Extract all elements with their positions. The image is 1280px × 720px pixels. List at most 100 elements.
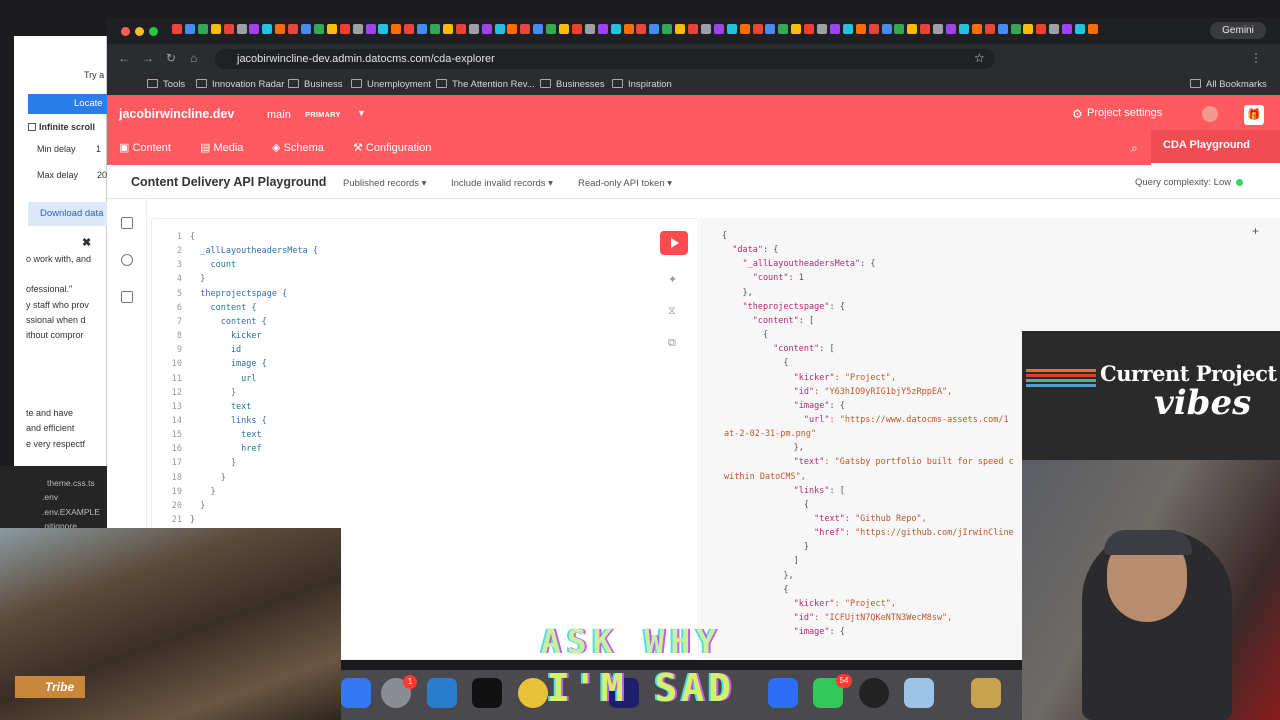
tab-favicon[interactable] bbox=[288, 24, 299, 34]
tab-favicon[interactable] bbox=[1036, 24, 1047, 34]
tab-favicon[interactable] bbox=[352, 24, 363, 34]
search-icon[interactable]: ⌕ bbox=[1131, 141, 1138, 156]
project-name[interactable]: jacobirwincline.dev bbox=[119, 107, 234, 121]
nav-configuration[interactable]: ⚒ Configuration bbox=[353, 141, 431, 154]
tab-favicon[interactable] bbox=[997, 24, 1008, 34]
tab-favicon[interactable] bbox=[378, 24, 389, 34]
back-icon[interactable]: ← bbox=[118, 51, 130, 65]
tab-favicon[interactable] bbox=[894, 24, 905, 34]
tab-favicon[interactable] bbox=[301, 24, 311, 34]
tab-favicon[interactable] bbox=[765, 24, 776, 34]
tab-favicon[interactable] bbox=[262, 24, 273, 34]
tab-favicon[interactable] bbox=[636, 24, 647, 34]
infinite-scroll-checkbox[interactable]: Infinite scroll bbox=[28, 122, 95, 132]
maximize-window-icon[interactable] bbox=[149, 27, 158, 36]
minimize-window-icon[interactable] bbox=[135, 27, 144, 36]
plus-icon[interactable]: + bbox=[1252, 224, 1259, 238]
tab-favicon[interactable] bbox=[223, 24, 234, 34]
vscode-icon[interactable] bbox=[427, 678, 457, 708]
tab-favicon[interactable] bbox=[520, 24, 531, 34]
published-records-select[interactable]: Published records ▾ bbox=[343, 178, 426, 189]
tab-favicon[interactable] bbox=[1087, 24, 1098, 34]
copy-icon[interactable]: ⧉ bbox=[668, 337, 680, 349]
bookmark-inspiration[interactable]: Inspiration bbox=[612, 79, 672, 90]
bookmark-innovation-radar[interactable]: Innovation Radar bbox=[196, 79, 284, 90]
phone-icon[interactable] bbox=[971, 678, 1001, 708]
tab-favicon[interactable] bbox=[907, 24, 918, 34]
tab-favicon[interactable] bbox=[430, 24, 440, 34]
tab-favicon[interactable] bbox=[210, 24, 221, 34]
api-token-select[interactable]: Read-only API token ▾ bbox=[578, 178, 672, 189]
home-icon[interactable]: ⌂ bbox=[190, 51, 197, 65]
preview-icon[interactable] bbox=[904, 678, 934, 708]
tab-favicon[interactable] bbox=[675, 24, 686, 34]
chevron-down-icon[interactable]: ▼ bbox=[357, 108, 366, 118]
bookmark-business[interactable]: Business bbox=[288, 79, 343, 90]
tab-favicon[interactable] bbox=[829, 24, 840, 34]
tab-favicon[interactable] bbox=[571, 24, 582, 34]
tab-favicon[interactable] bbox=[1049, 24, 1060, 34]
tab-favicon[interactable] bbox=[559, 24, 569, 34]
merge-icon[interactable]: ⧖ bbox=[668, 305, 680, 317]
bookmark-unemployment[interactable]: Unemployment bbox=[351, 79, 431, 90]
bookmark-attention-rev[interactable]: The Attention Rev... bbox=[436, 79, 535, 90]
tab-favicon[interactable] bbox=[184, 24, 195, 34]
tab-favicon[interactable] bbox=[481, 24, 492, 34]
tab-favicon[interactable] bbox=[933, 24, 944, 34]
tab-favicon[interactable] bbox=[468, 24, 479, 34]
prettify-icon[interactable]: ✦ bbox=[668, 273, 680, 286]
tab-favicon[interactable] bbox=[817, 24, 827, 34]
tab-favicon[interactable] bbox=[726, 24, 737, 34]
tab-favicon[interactable] bbox=[804, 24, 815, 34]
tab-favicon[interactable] bbox=[688, 24, 698, 34]
obs-icon[interactable] bbox=[859, 678, 889, 708]
download-data-button[interactable]: Download data bbox=[28, 202, 107, 226]
gemini-button[interactable]: Gemini bbox=[1210, 22, 1266, 39]
terminal-icon[interactable] bbox=[472, 678, 502, 708]
folder-icon[interactable] bbox=[121, 291, 133, 303]
nav-media[interactable]: ▤ Media bbox=[200, 141, 243, 154]
tab-favicon[interactable] bbox=[442, 24, 453, 34]
invalid-records-select[interactable]: Include invalid records ▾ bbox=[451, 178, 553, 189]
tab-favicon[interactable] bbox=[197, 24, 208, 34]
tab-favicon[interactable] bbox=[365, 24, 376, 34]
tab-favicon[interactable] bbox=[326, 24, 337, 34]
tab-favicon[interactable] bbox=[984, 24, 995, 34]
bookmark-businesses[interactable]: Businesses bbox=[540, 79, 605, 90]
tab-favicon[interactable] bbox=[1075, 24, 1085, 34]
nav-schema[interactable]: ◈ Schema bbox=[272, 141, 324, 154]
tab-favicon[interactable] bbox=[275, 24, 286, 34]
max-delay-value[interactable]: 20 bbox=[97, 170, 107, 180]
app-store-icon[interactable] bbox=[341, 678, 371, 708]
tab-favicon[interactable] bbox=[610, 24, 621, 34]
tab-favicon[interactable] bbox=[971, 24, 982, 34]
tab-cda-playground[interactable]: CDA Playground bbox=[1151, 130, 1280, 165]
tab-favicon[interactable] bbox=[623, 24, 634, 34]
reload-icon[interactable]: ↻ bbox=[166, 51, 176, 65]
tab-favicon[interactable] bbox=[172, 24, 182, 34]
tab-favicon[interactable] bbox=[404, 24, 415, 34]
tab-favicon[interactable] bbox=[920, 24, 931, 34]
tab-favicon[interactable] bbox=[791, 24, 802, 34]
tab-favicon[interactable] bbox=[855, 24, 866, 34]
menu-dots-icon[interactable]: ⋮ bbox=[1250, 51, 1262, 65]
tab-favicon[interactable] bbox=[597, 24, 608, 34]
tab-favicon[interactable] bbox=[662, 24, 673, 34]
close-icon[interactable]: ✖ bbox=[82, 236, 91, 249]
all-bookmarks[interactable]: All Bookmarks bbox=[1190, 79, 1267, 90]
tab-favicon[interactable] bbox=[546, 24, 557, 34]
locate-button[interactable]: Locate bbox=[28, 94, 107, 114]
file-item[interactable]: .env.EXAMPLE bbox=[42, 507, 100, 517]
history-icon[interactable] bbox=[121, 254, 133, 266]
environment-name[interactable]: main bbox=[267, 109, 291, 121]
nav-content[interactable]: ▣ Content bbox=[119, 141, 171, 154]
tab-favicon[interactable] bbox=[455, 24, 466, 34]
bookmark-star-icon[interactable]: ☆ bbox=[974, 51, 985, 65]
tab-favicon[interactable] bbox=[339, 24, 350, 34]
gear-icon[interactable]: ⚙ bbox=[1072, 107, 1083, 121]
file-item[interactable]: .env bbox=[42, 492, 58, 502]
tab-favicon[interactable] bbox=[752, 24, 763, 34]
tab-favicon[interactable] bbox=[313, 24, 324, 34]
tab-favicon[interactable] bbox=[868, 24, 879, 34]
tab-favicon[interactable] bbox=[842, 24, 853, 34]
